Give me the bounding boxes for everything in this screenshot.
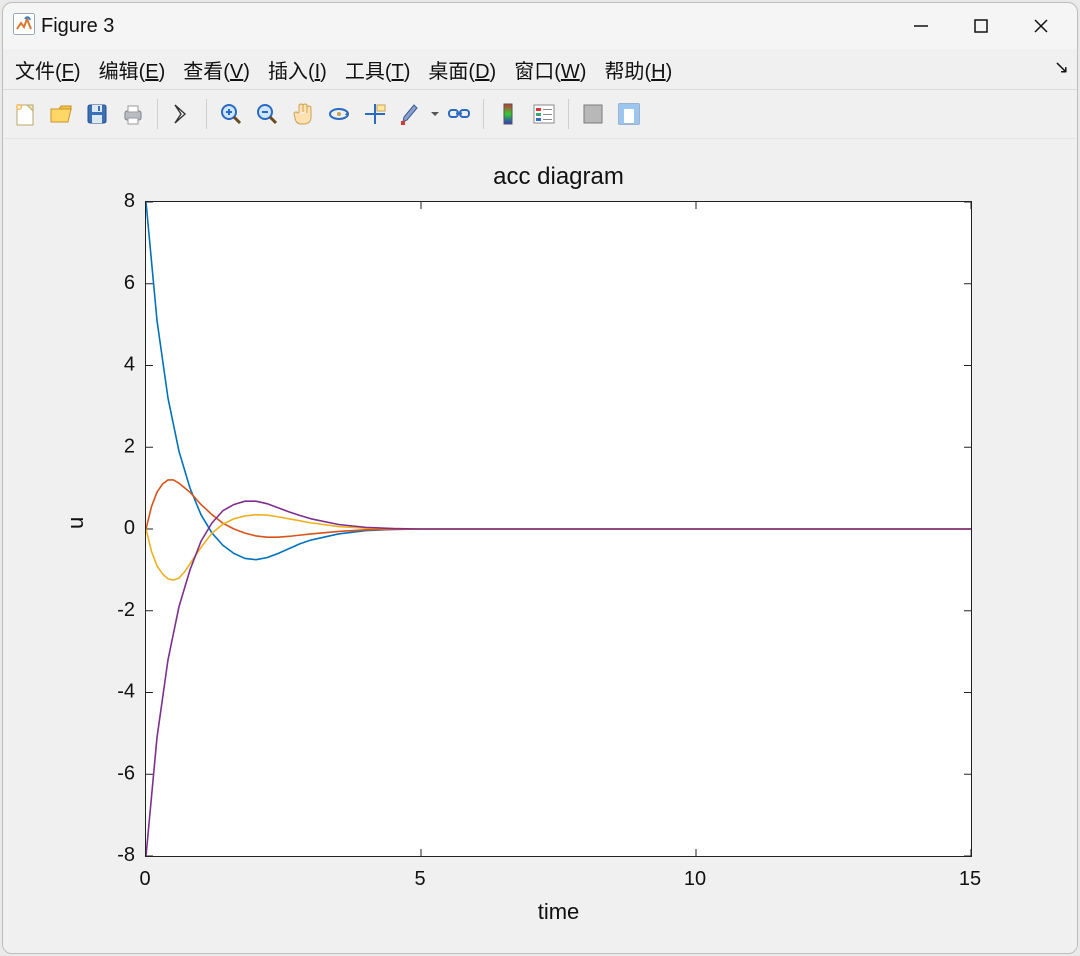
data-cursor-button[interactable] [357,96,393,132]
menu-desktop[interactable]: 桌面(D) [420,51,506,88]
insert-colorbar-button[interactable] [490,96,526,132]
save-button[interactable] [79,96,115,132]
menu-window[interactable]: 窗口(W) [506,51,596,88]
svg-text:-6: -6 [117,762,135,784]
svg-text:✶: ✶ [16,103,23,112]
menu-file[interactable]: 文件(F) [7,51,91,88]
minimize-button[interactable] [891,3,951,49]
menu-edit[interactable]: 编辑(E) [91,51,176,88]
window-title: Figure 3 [41,15,114,38]
rotate3d-button[interactable] [321,96,357,132]
svg-text:8: 8 [124,190,135,212]
hide-plot-tools-button[interactable] [575,96,611,132]
dock-arrow-icon[interactable]: ↘ [1054,57,1069,78]
svg-text:-4: -4 [117,681,135,703]
zoom-in-button[interactable] [213,96,249,132]
figure-window: Figure 3 文件(F) 编辑(E) 查看(V) 插入(I) 工具(T) 桌… [2,2,1078,954]
link-plot-button[interactable] [441,96,477,132]
brush-dropdown[interactable] [429,96,441,132]
x-axis-label: time [145,899,972,925]
axes[interactable] [145,201,972,857]
show-plot-tools-button[interactable] [611,96,647,132]
maximize-button[interactable] [951,3,1011,49]
insert-legend-button[interactable] [526,96,562,132]
y-axis-label: u [63,517,89,529]
plot-svg [146,202,971,856]
menu-insert[interactable]: 插入(I) [260,51,337,88]
open-button[interactable] [43,96,79,132]
svg-text:-2: -2 [117,599,135,621]
zoom-out-button[interactable] [249,96,285,132]
menu-help[interactable]: 帮助(H) [596,51,682,88]
axes-canvas: acc diagram -8-6-4-202468 051015 u time [3,139,1077,953]
chart-title: acc diagram [145,163,972,191]
svg-text:15: 15 [959,868,981,890]
toolbar: ✶ [3,89,1077,139]
svg-text:10: 10 [684,868,706,890]
svg-text:2: 2 [124,435,135,457]
svg-text:6: 6 [124,272,135,294]
y-ticks: -8-6-4-202468 [3,139,145,939]
svg-text:4: 4 [124,354,135,376]
print-button[interactable] [115,96,151,132]
svg-text:0: 0 [124,517,135,539]
svg-text:0: 0 [139,868,150,890]
titlebar[interactable]: Figure 3 [3,3,1077,49]
matlab-icon [13,13,35,40]
menu-tools[interactable]: 工具(T) [337,51,421,88]
close-button[interactable] [1011,3,1071,49]
pan-button[interactable] [285,96,321,132]
new-figure-button[interactable]: ✶ [7,96,43,132]
edit-plot-button[interactable] [164,96,200,132]
menubar: 文件(F) 编辑(E) 查看(V) 插入(I) 工具(T) 桌面(D) 窗口(W… [3,49,1077,89]
svg-text:5: 5 [414,868,425,890]
menu-view[interactable]: 查看(V) [175,51,260,88]
brush-button[interactable] [393,96,429,132]
